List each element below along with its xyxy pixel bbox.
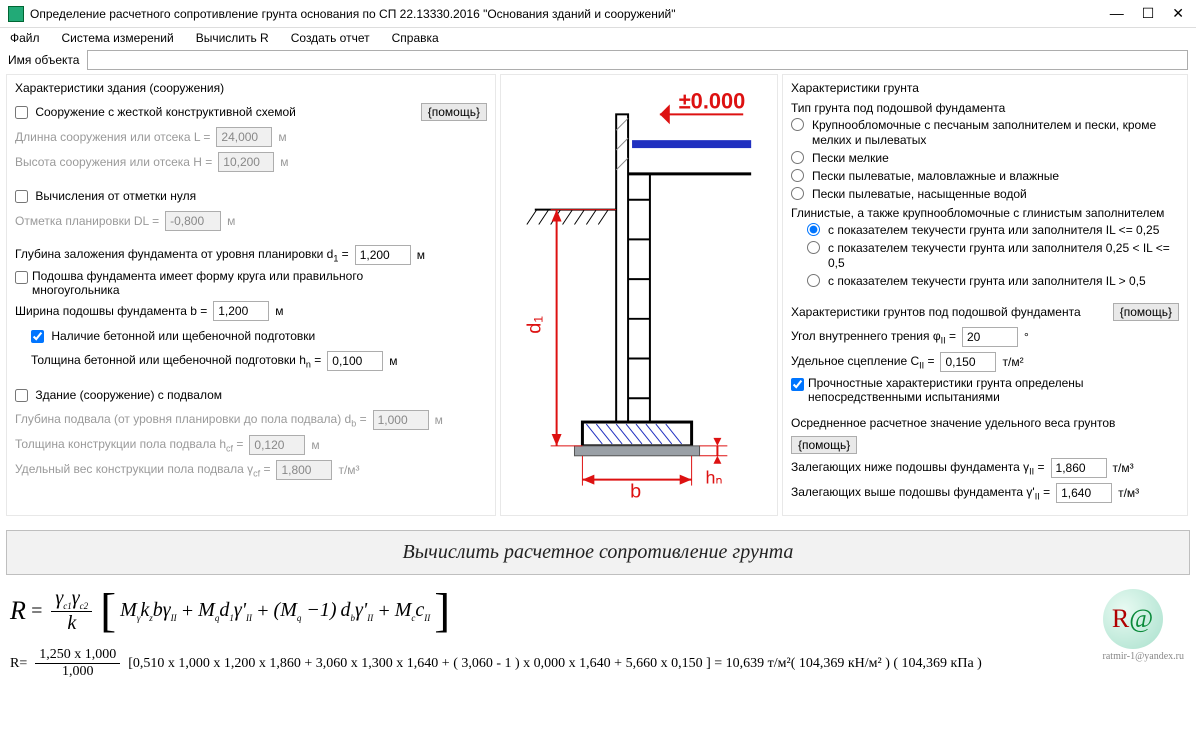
soil-panel: Характеристики грунта Тип грунта под под… <box>782 74 1188 516</box>
gcf-label: Удельный вес конструкции пола подвала γc… <box>15 462 270 478</box>
above-label: Залегающих выше подошвы фундамента γ'II … <box>791 485 1050 501</box>
maximize-button[interactable]: ☐ <box>1142 5 1155 22</box>
avg-weight-title: Осредненное расчетное значение удельного… <box>791 416 1115 430</box>
logo-icon: R@ <box>1103 589 1163 649</box>
clay-subtitle: Глинистые, а также крупнообломочные с гл… <box>791 206 1179 220</box>
circle-base-check[interactable]: Подошва фундамента имеет форму круга или… <box>15 269 452 297</box>
hcf-label: Толщина конструкции пола подвала hcf = <box>15 437 243 453</box>
db-input <box>373 410 429 430</box>
soil-radio-coarse[interactable]: Крупнообломочные с песчаным заполнителем… <box>791 118 1179 148</box>
soil-radio-silty-sat[interactable]: Пески пылеватые, насыщенные водой <box>791 187 1179 202</box>
height-label: Высота сооружения или отсека H = <box>15 155 212 169</box>
formula-numeric: R= 1,250 x 1,000 1,000 [0,510 x 1,000 x … <box>10 647 1186 680</box>
menu-file[interactable]: Файл <box>10 31 40 45</box>
menu-bar: Файл Система измерений Вычислить R Созда… <box>0 28 1196 48</box>
logo-email: ratmir-1@yandex.ru <box>1103 651 1184 662</box>
svg-text:±0.000: ±0.000 <box>679 88 746 113</box>
help-soil-button[interactable]: {помощь} <box>1113 303 1179 321</box>
app-icon <box>8 6 24 22</box>
menu-report[interactable]: Создать отчет <box>291 31 370 45</box>
close-button[interactable]: ✕ <box>1172 5 1184 22</box>
window-title: Определение расчетного сопротивление гру… <box>30 7 1110 21</box>
soil-title: Характеристики грунта <box>791 81 1179 95</box>
soil-radio-il05[interactable]: с показателем текучести грунта или запол… <box>807 241 1179 271</box>
svg-text:b: b <box>630 480 641 502</box>
object-name-input[interactable] <box>87 50 1188 70</box>
depth-input[interactable] <box>355 245 411 265</box>
width-label: Ширина подошвы фундамента b = <box>15 304 207 318</box>
from-zero-check[interactable]: Вычисления от отметки нуля <box>15 189 196 203</box>
hn-input[interactable] <box>327 351 383 371</box>
calculate-button[interactable]: Вычислить расчетное сопротивление грунта <box>6 530 1190 575</box>
help-building-button[interactable]: {помощь} <box>421 103 487 121</box>
depth-label: Глубина заложения фундамента от уровня п… <box>15 247 349 263</box>
dl-input <box>165 211 221 231</box>
above-input[interactable] <box>1056 483 1112 503</box>
phi-label: Угол внутреннего трения φII = <box>791 329 956 345</box>
soil-radio-il025[interactable]: с показателем текучести грунта или запол… <box>807 223 1179 238</box>
soil-radio-silty-moist[interactable]: Пески пылеватые, маловлажные и влажные <box>791 169 1179 184</box>
soil-props-title: Характеристики грунтов под подошвой фунд… <box>791 305 1081 319</box>
soil-radio-fine-sand[interactable]: Пески мелкие <box>791 151 1179 166</box>
c-input[interactable] <box>940 352 996 372</box>
gcf-input <box>276 460 332 480</box>
svg-text:hₙ: hₙ <box>706 468 723 488</box>
menu-help[interactable]: Справка <box>392 31 439 45</box>
basement-check[interactable]: Здание (сооружение) с подвалом <box>15 388 222 402</box>
formula-area: R@ ratmir-1@yandex.ru R = γc1γc2 k [ Mγk… <box>0 583 1196 690</box>
diagram-panel: ±0.000 <box>500 74 778 516</box>
length-label: Длинна сооружения или отсека L = <box>15 130 210 144</box>
hcf-input <box>249 435 305 455</box>
dl-label: Отметка планировки DL = <box>15 214 159 228</box>
minimize-button[interactable]: — <box>1110 5 1124 22</box>
concrete-check[interactable]: Наличие бетонной или щебеночной подготов… <box>31 329 315 343</box>
hn-label: Толщина бетонной или щебеночной подготов… <box>31 353 321 369</box>
help-weight-button[interactable]: {помощь} <box>791 436 857 454</box>
foundation-diagram: ±0.000 <box>505 79 773 509</box>
direct-tests-check[interactable]: Прочностные характеристики грунта опреде… <box>791 376 1179 404</box>
below-input[interactable] <box>1051 458 1107 478</box>
soil-radio-ilgt05[interactable]: с показателем текучести грунта или запол… <box>807 274 1179 289</box>
length-input <box>216 127 272 147</box>
c-label: Удельное сцепление CII = <box>791 354 934 370</box>
building-title: Характеристики здания (сооружения) <box>15 81 487 95</box>
menu-system[interactable]: Система измерений <box>62 31 174 45</box>
soil-type-title: Тип грунта под подошвой фундамента <box>791 101 1179 115</box>
height-input <box>218 152 274 172</box>
title-bar: Определение расчетного сопротивление гру… <box>0 0 1196 28</box>
svg-text:d₁: d₁ <box>524 316 546 334</box>
below-label: Залегающих ниже подошвы фундамента γII = <box>791 460 1045 476</box>
menu-compute[interactable]: Вычислить R <box>196 31 269 45</box>
phi-input[interactable] <box>962 327 1018 347</box>
db-label: Глубина подвала (от уровня планировки до… <box>15 412 367 428</box>
logo: R@ ratmir-1@yandex.ru <box>1103 589 1184 662</box>
width-input[interactable] <box>213 301 269 321</box>
rigid-scheme-check[interactable]: Сооружение с жесткой конструктивной схем… <box>15 105 296 119</box>
object-name-label: Имя объекта <box>8 53 79 67</box>
building-panel: Характеристики здания (сооружения) Соору… <box>6 74 496 516</box>
formula-main: R = γc1γc2 k [ MγkzbγII + Mqd1γ'II + (Mq… <box>10 587 1186 635</box>
